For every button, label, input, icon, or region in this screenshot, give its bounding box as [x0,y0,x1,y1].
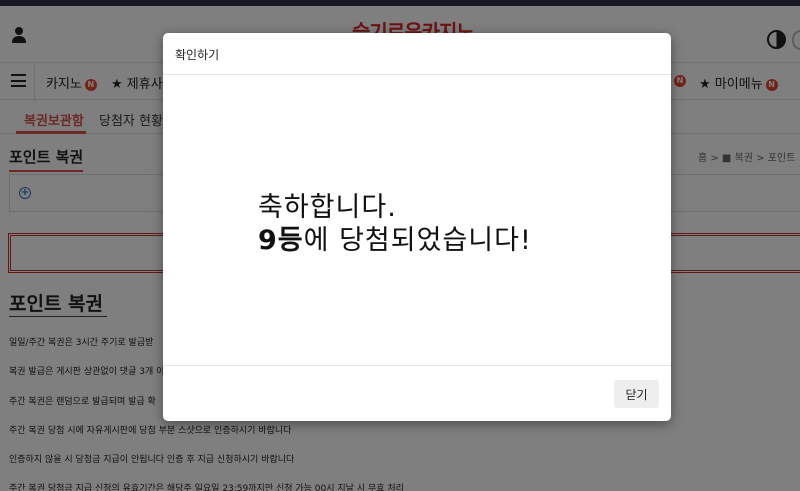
prize-message: 9등에 당첨되었습니다! [258,218,532,257]
close-button[interactable]: 닫기 [614,380,659,408]
prize-rank: 9등 [258,225,304,256]
dialog-header: 확인하기 [163,33,671,75]
dialog-title: 확인하기 [175,48,220,62]
dialog-body: 축하합니다. 9등에 당첨되었습니다! [163,75,671,365]
prize-message-text: 에 당첨되었습니다! [303,225,532,256]
dialog-footer: 닫기 [163,365,671,421]
confirm-dialog: 확인하기 축하합니다. 9등에 당첨되었습니다! 닫기 [163,33,671,421]
